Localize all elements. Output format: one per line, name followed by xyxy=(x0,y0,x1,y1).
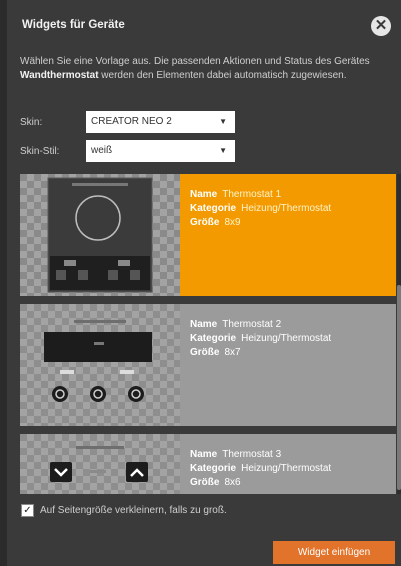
widget-name: Thermostat 3 xyxy=(222,449,282,460)
description-text-pre: Wählen Sie eine Vorlage aus. Die passend… xyxy=(20,56,370,67)
category-key: Kategorie xyxy=(190,333,237,344)
widget-preview-thermostat-3 xyxy=(20,434,180,494)
close-icon[interactable]: ✕ xyxy=(371,16,391,36)
widget-card-thermostat-1[interactable]: Name Thermostat 1 Kategorie Heizung/Thermo… xyxy=(20,174,396,296)
skin-style-select-value: weiß xyxy=(91,145,113,156)
name-key: Name xyxy=(190,449,218,460)
widget-size: 8x7 xyxy=(224,347,241,358)
insert-widget-button[interactable]: Widget einfügen xyxy=(273,541,395,564)
widget-info-1: Name Thermostat 1 Kategorie Heizung/Thermo… xyxy=(190,188,331,230)
name-key: Name xyxy=(190,189,218,200)
dialog-description: Wählen Sie eine Vorlage aus. Die passend… xyxy=(20,55,390,83)
scrollbar-thumb[interactable] xyxy=(397,285,401,490)
category-key: Kategorie xyxy=(190,203,237,214)
thermostat-1-preview-graphic xyxy=(47,177,153,293)
shrink-checkbox-label: Auf Seitengröße verkleinern, falls zu gr… xyxy=(40,505,227,516)
size-key: Größe xyxy=(190,477,220,488)
chevron-down-icon: ▼ xyxy=(219,117,227,126)
dialog-header: Widgets für Geräte ✕ xyxy=(7,0,401,48)
widget-size: 8x9 xyxy=(224,217,241,228)
widget-dialog: Widgets für Geräte ✕ Wählen Sie eine Vor… xyxy=(7,0,401,566)
shrink-checkbox[interactable]: ✓ xyxy=(21,504,34,517)
widget-card-thermostat-2[interactable]: Name Thermostat 2 Kategorie Heizung/Thermo… xyxy=(20,304,396,426)
skin-style-label: Skin-Stil: xyxy=(20,146,60,157)
widget-list[interactable]: Name Thermostat 1 Kategorie Heizung/Thermo… xyxy=(20,174,396,494)
widget-card-thermostat-3[interactable]: Name Thermostat 3 Kategorie Heizung/Thermo… xyxy=(20,434,396,494)
skin-style-select[interactable]: weiß ▼ xyxy=(86,140,235,162)
widget-category: Heizung/Thermostat xyxy=(241,203,332,214)
dialog-title: Widgets für Geräte xyxy=(22,19,125,31)
size-key: Größe xyxy=(190,347,220,358)
widget-info-2: Name Thermostat 2 Kategorie Heizung/Thermo… xyxy=(190,318,331,360)
widget-name: Thermostat 2 xyxy=(222,319,282,330)
category-key: Kategorie xyxy=(190,463,237,474)
widget-category: Heizung/Thermostat xyxy=(241,333,332,344)
thermostat-2-preview-graphic xyxy=(44,320,152,402)
widget-name: Thermostat 1 xyxy=(222,189,282,200)
name-key: Name xyxy=(190,319,218,330)
widget-size: 8x6 xyxy=(224,477,241,488)
size-key: Größe xyxy=(190,217,220,228)
widget-preview-thermostat-1 xyxy=(20,174,180,296)
description-text-post: werden den Elementen dabei automatisch z… xyxy=(98,70,347,81)
widget-info-3: Name Thermostat 3 Kategorie Heizung/Thermo… xyxy=(190,448,331,490)
widget-category: Heizung/Thermostat xyxy=(241,463,332,474)
description-device-name: Wandthermostat xyxy=(20,70,99,81)
widget-preview-thermostat-2 xyxy=(20,304,180,426)
skin-select-value: CREATOR NEO 2 xyxy=(91,116,172,127)
background-sidebar xyxy=(0,0,7,566)
thermostat-3-preview-graphic xyxy=(50,446,148,482)
chevron-down-icon: ▼ xyxy=(219,146,227,155)
skin-label: Skin: xyxy=(20,117,43,128)
skin-select[interactable]: CREATOR NEO 2 ▼ xyxy=(86,111,235,133)
